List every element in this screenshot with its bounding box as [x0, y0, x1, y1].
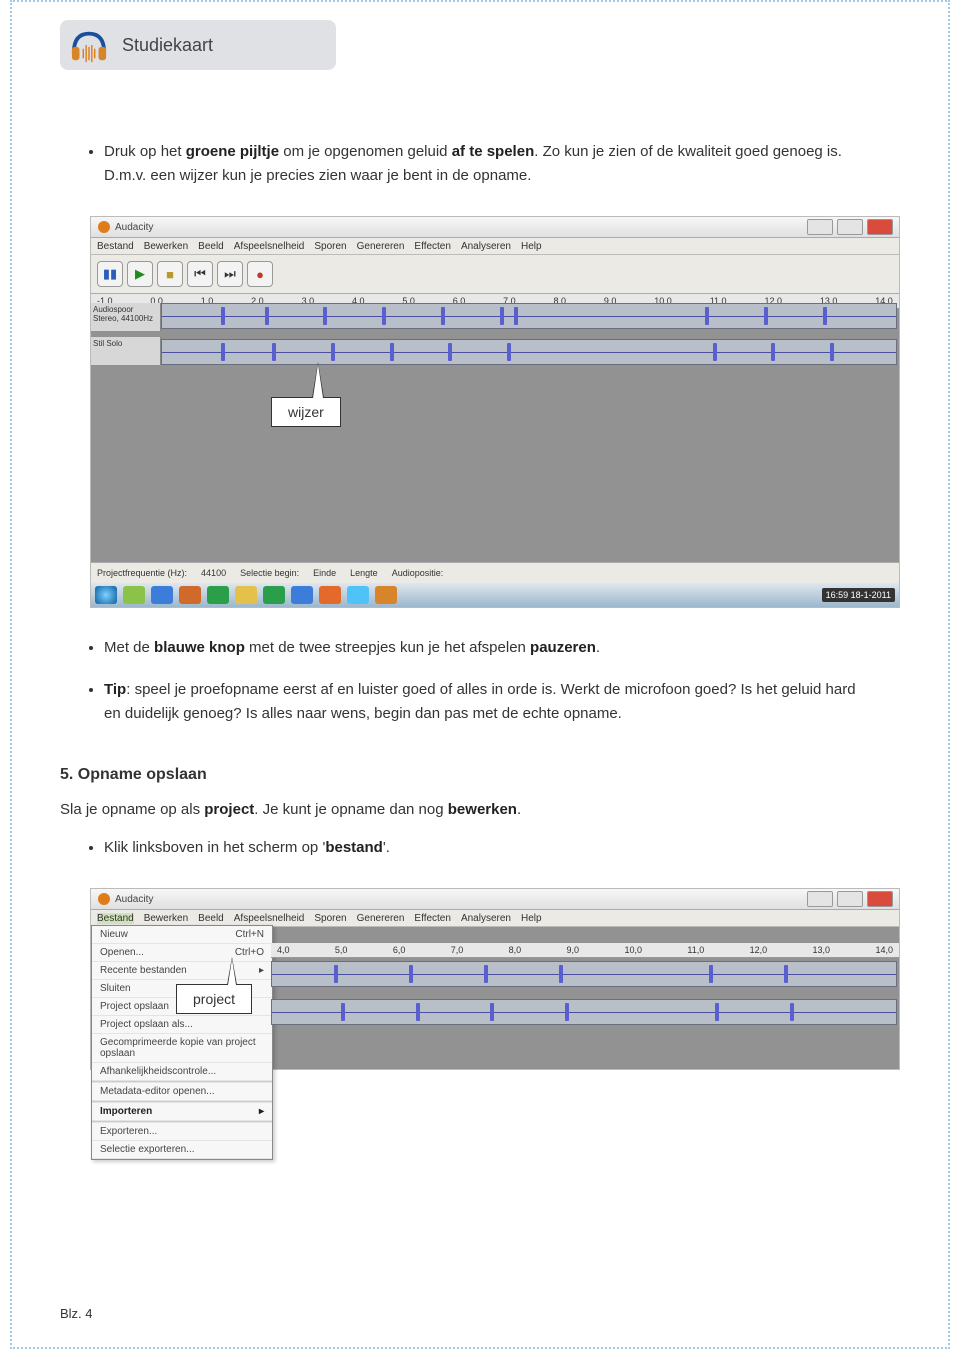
file-menu-item[interactable]: Selectie exporteren...	[92, 1141, 272, 1159]
menu-item[interactable]: Afspeelsnelheid	[234, 913, 305, 924]
audacity-taskbar-icon[interactable]	[375, 586, 397, 604]
file-menu-item[interactable]: Afhankelijkheidscontrole...	[92, 1063, 272, 1081]
stop-button[interactable]: ■	[157, 261, 183, 287]
audacity-screenshot-1: Audacity Bestand Bewerken Beeld Afspeels…	[90, 216, 900, 608]
file-menu-item[interactable]: Recente bestanden▸	[92, 962, 272, 980]
record-button[interactable]: ●	[247, 261, 273, 287]
audacity-app-icon	[97, 892, 111, 906]
window-titlebar: Audacity	[91, 889, 899, 910]
close-button[interactable]	[867, 219, 893, 235]
menu-item[interactable]: Afspeelsnelheid	[234, 241, 305, 252]
skype-icon[interactable]	[347, 586, 369, 604]
menu-item[interactable]: Analyseren	[461, 913, 511, 924]
paragraph: Sla je opname op als project. Je kunt je…	[60, 798, 900, 822]
menu-item[interactable]: Analyseren	[461, 241, 511, 252]
menu-item[interactable]: Bestand	[97, 241, 134, 252]
bullet-list-3: Klik linksboven in het scherm op 'bestan…	[60, 836, 900, 860]
start-orb-icon[interactable]	[95, 586, 117, 604]
page-number: Blz. 4	[60, 1306, 93, 1321]
menu-bar: Bestand Bewerken Beeld Afspeelsnelheid S…	[91, 238, 899, 255]
header-pill: Studiekaart	[60, 20, 336, 70]
menu-item[interactable]: Genereren	[357, 913, 405, 924]
file-menu-item[interactable]: Openen...Ctrl+O	[92, 944, 272, 962]
status-bar: Projectfrequentie (Hz): 44100 Selectie b…	[91, 562, 899, 583]
audacity-screenshot-2: Audacity Bestand Bewerken Beeld Afspeels…	[90, 888, 900, 1070]
close-button[interactable]	[867, 891, 893, 907]
menu-item[interactable]: Genereren	[357, 241, 405, 252]
taskbar-app-icon[interactable]	[151, 586, 173, 604]
page-frame: Studiekaart Druk op het groene pijltje o…	[10, 0, 950, 1349]
waveform-track[interactable]	[161, 303, 897, 329]
taskbar-app-icon[interactable]	[263, 586, 285, 604]
skip-start-button[interactable]: ⏮	[187, 261, 213, 287]
menu-item[interactable]: Effecten	[414, 241, 451, 252]
pause-button[interactable]: ▮▮	[97, 261, 123, 287]
play-button[interactable]: ▶	[127, 261, 153, 287]
taskbar-app-icon[interactable]	[207, 586, 229, 604]
audacity-app-icon	[97, 220, 111, 234]
track-header[interactable]: Audiospoor Stereo, 44100Hz	[91, 303, 161, 331]
list-item: Tip: speel je proefopname eerst af en lu…	[104, 678, 900, 726]
menu-item[interactable]: Help	[521, 913, 542, 924]
taskbar-app-icon[interactable]	[235, 586, 257, 604]
file-menu-item[interactable]: NieuwCtrl+N	[92, 926, 272, 944]
maximize-button[interactable]	[837, 219, 863, 235]
list-item: Klik linksboven in het scherm op 'bestan…	[104, 836, 900, 860]
section-heading: 5. Opname opslaan	[60, 766, 900, 784]
minimize-button[interactable]	[807, 891, 833, 907]
maximize-button[interactable]	[837, 891, 863, 907]
minimize-button[interactable]	[807, 219, 833, 235]
header-title: Studiekaart	[122, 35, 213, 56]
skip-end-button[interactable]: ⏭	[217, 261, 243, 287]
audacity-logo-icon	[70, 26, 108, 64]
file-menu-dropdown: NieuwCtrl+N Openen...Ctrl+O Recente best…	[91, 925, 273, 1160]
menu-item[interactable]: Beeld	[198, 913, 224, 924]
waveform-track[interactable]	[271, 999, 897, 1025]
timeline-ruler[interactable]: 4,0 5,0 6,0 7,0 8,0 9,0 10,0 11,0 12,0 1…	[271, 943, 899, 958]
taskbar-app-icon[interactable]	[291, 586, 313, 604]
list-item: Druk op het groene pijltje om je opgenom…	[104, 140, 900, 188]
menu-item[interactable]: Bewerken	[144, 913, 188, 924]
bullet-list-1: Druk op het groene pijltje om je opgenom…	[60, 140, 900, 188]
windows-taskbar: 16:59 18-1-2011	[91, 583, 899, 607]
file-menu-item[interactable]: Gecomprimeerde kopie van project opslaan	[92, 1034, 272, 1063]
list-item: Met de blauwe knop met de twee streepjes…	[104, 636, 900, 660]
file-menu-item[interactable]: Exporteren...	[92, 1123, 272, 1141]
taskbar-app-icon[interactable]	[179, 586, 201, 604]
firefox-icon[interactable]	[319, 586, 341, 604]
bullet-list-2: Met de blauwe knop met de twee streepjes…	[60, 636, 900, 726]
file-menu-item[interactable]: Metadata-editor openen...	[92, 1083, 272, 1101]
waveform-track[interactable]	[161, 339, 897, 365]
window-titlebar: Audacity	[91, 217, 899, 238]
track-header[interactable]: Stil Solo	[91, 337, 161, 365]
menu-item[interactable]: Effecten	[414, 913, 451, 924]
file-menu-item[interactable]: Importeren▸	[92, 1103, 272, 1121]
callout-label: project	[176, 984, 252, 1014]
menu-item[interactable]: Sporen	[314, 241, 346, 252]
taskbar-app-icon[interactable]	[123, 586, 145, 604]
menu-item[interactable]: Bestand	[97, 913, 134, 924]
waveform-track[interactable]	[271, 961, 897, 987]
taskbar-clock: 16:59 18-1-2011	[822, 588, 895, 602]
transport-toolbar: ▮▮ ▶ ■ ⏮ ⏭ ●	[91, 255, 899, 294]
menu-item[interactable]: Bewerken	[144, 241, 188, 252]
menu-item[interactable]: Beeld	[198, 241, 224, 252]
callout-label: wijzer	[271, 397, 341, 427]
file-menu-item[interactable]: Project opslaan als...	[92, 1016, 272, 1034]
menu-item[interactable]: Help	[521, 241, 542, 252]
menu-item[interactable]: Sporen	[314, 913, 346, 924]
